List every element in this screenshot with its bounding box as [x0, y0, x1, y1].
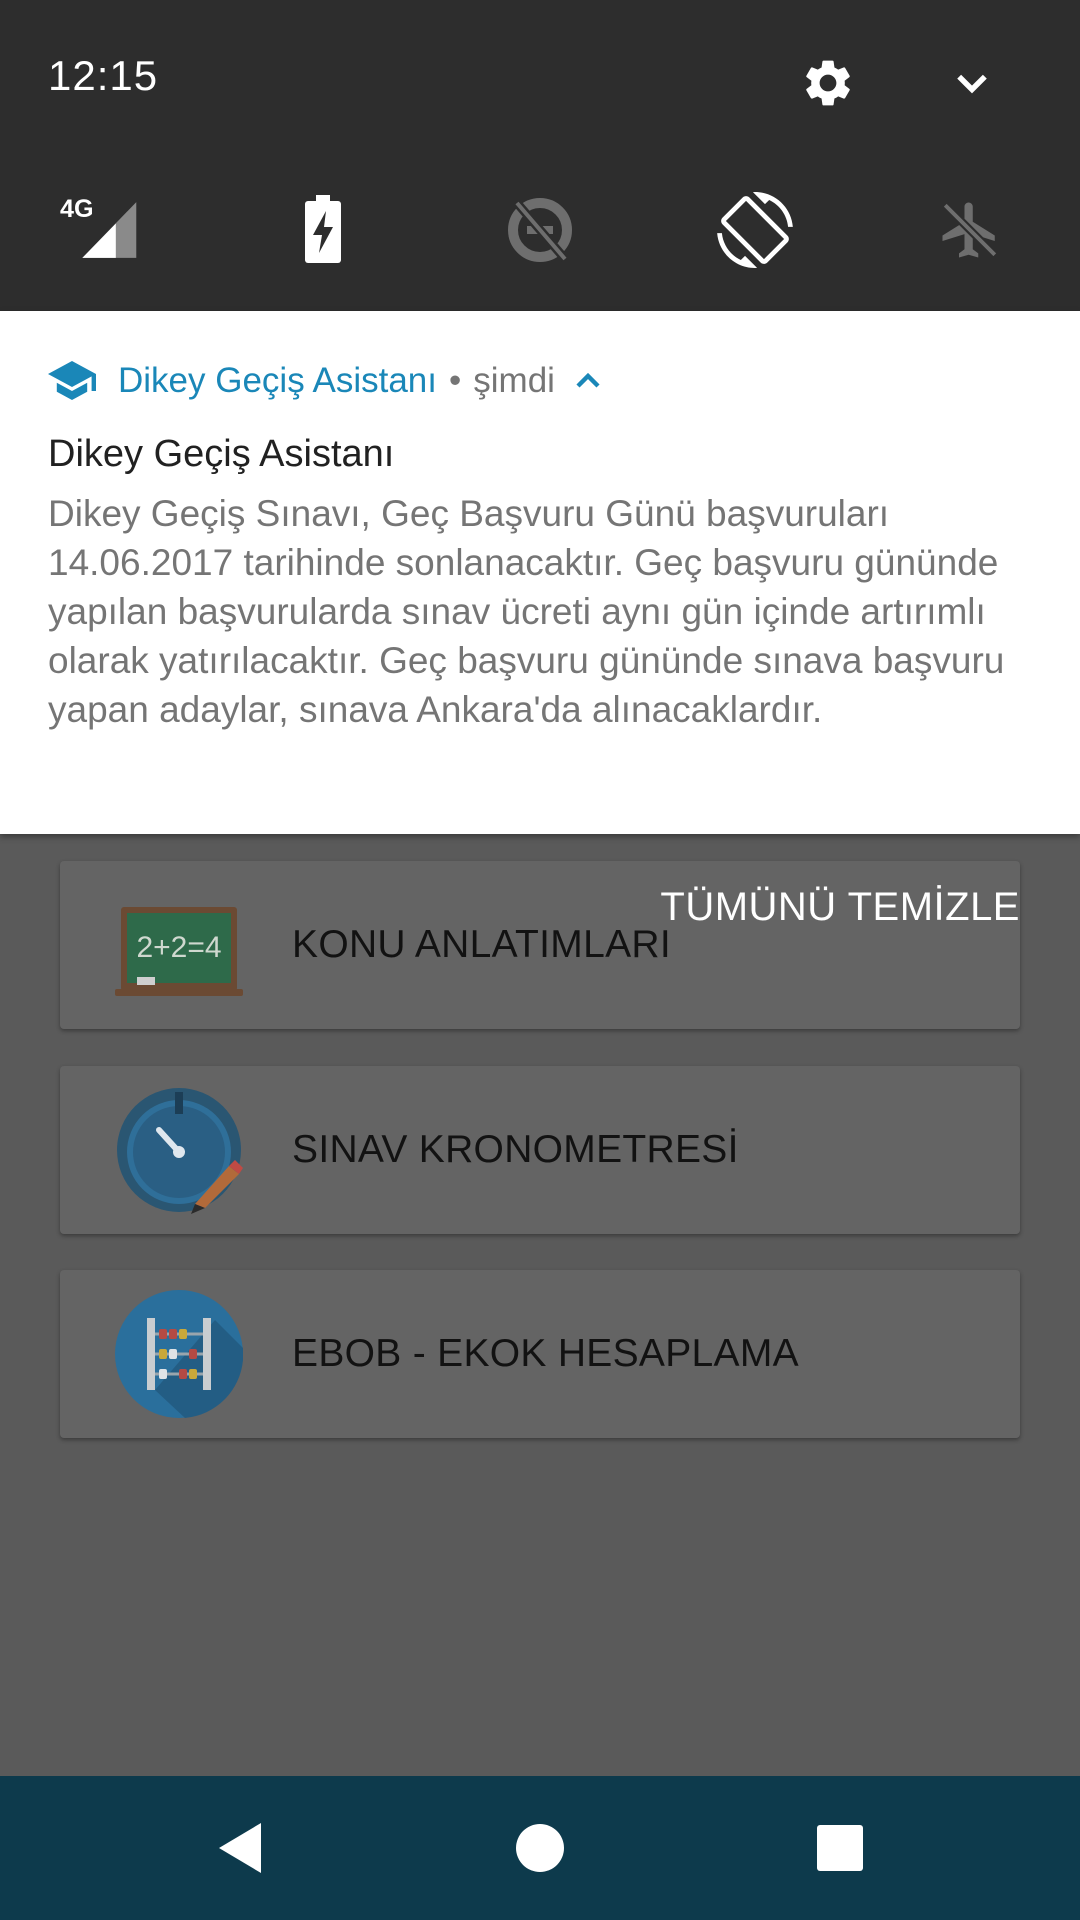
menu-card-label: SINAV KRONOMETRESİ — [292, 1128, 739, 1171]
signal-icon: 4G — [60, 195, 137, 258]
graduation-cap-icon — [48, 361, 96, 400]
home-button[interactable] — [480, 1776, 600, 1920]
notification-time: şimdi — [473, 361, 555, 400]
settings-icon[interactable] — [800, 55, 856, 116]
notification-body: Dikey Geçiş Sınavı, Geç Başvuru Günü baş… — [48, 493, 1005, 730]
expand-chevron-icon[interactable] — [948, 62, 996, 111]
tile-airplane-mode[interactable] — [930, 190, 1010, 270]
status-clock: 12:15 — [48, 52, 159, 99]
menu-card-label: KONU ANLATIMLARI — [292, 923, 671, 966]
recents-button[interactable] — [780, 1776, 900, 1920]
tile-auto-rotate[interactable] — [715, 190, 795, 270]
chalkboard-icon: 2+2=4 — [115, 907, 243, 996]
notification-separator: • — [449, 361, 462, 400]
screen-rotation-icon — [717, 192, 793, 268]
notification-title: Dikey Geçiş Asistanı — [48, 433, 395, 475]
tile-mobile-data[interactable]: 4G — [60, 190, 140, 270]
menu-card-sinav-kronometresi[interactable]: SINAV KRONOMETRESİ — [60, 1066, 1020, 1234]
quick-settings-tiles: 4G — [0, 190, 1080, 270]
tile-mobile-data-label: 4G — [60, 195, 94, 223]
tile-battery-saver[interactable] — [283, 190, 363, 270]
recents-icon — [817, 1825, 863, 1871]
back-button[interactable] — [180, 1776, 300, 1920]
navigation-bar — [0, 1776, 1080, 1920]
abacus-icon — [115, 1290, 243, 1418]
battery-charging-icon — [305, 195, 341, 263]
notification-card[interactable]: Dikey Geçiş Asistanı • şimdi Dikey Geçiş… — [0, 311, 1080, 834]
notification-app-name: Dikey Geçiş Asistanı — [118, 361, 437, 400]
menu-card-ebob-ekok[interactable]: EBOB - EKOK HESAPLAMA — [60, 1270, 1020, 1438]
data-saver-off-icon — [508, 198, 572, 262]
menu-card-label: EBOB - EKOK HESAPLAMA — [292, 1332, 799, 1375]
clear-all-button[interactable]: TÜMÜNÜ TEMİZLE — [660, 885, 1020, 930]
notification-header: Dikey Geçiş Asistanı • şimdi — [48, 359, 603, 403]
stopwatch-icon — [117, 1088, 243, 1214]
home-icon — [516, 1824, 564, 1872]
collapse-chevron-icon[interactable] — [573, 368, 603, 394]
quick-settings-panel: 12:15 4G — [0, 0, 1080, 311]
tile-data-saver[interactable] — [500, 190, 580, 270]
chalkboard-text: 2+2=4 — [136, 931, 221, 964]
airplane-icon — [942, 202, 998, 258]
back-icon — [219, 1823, 261, 1873]
